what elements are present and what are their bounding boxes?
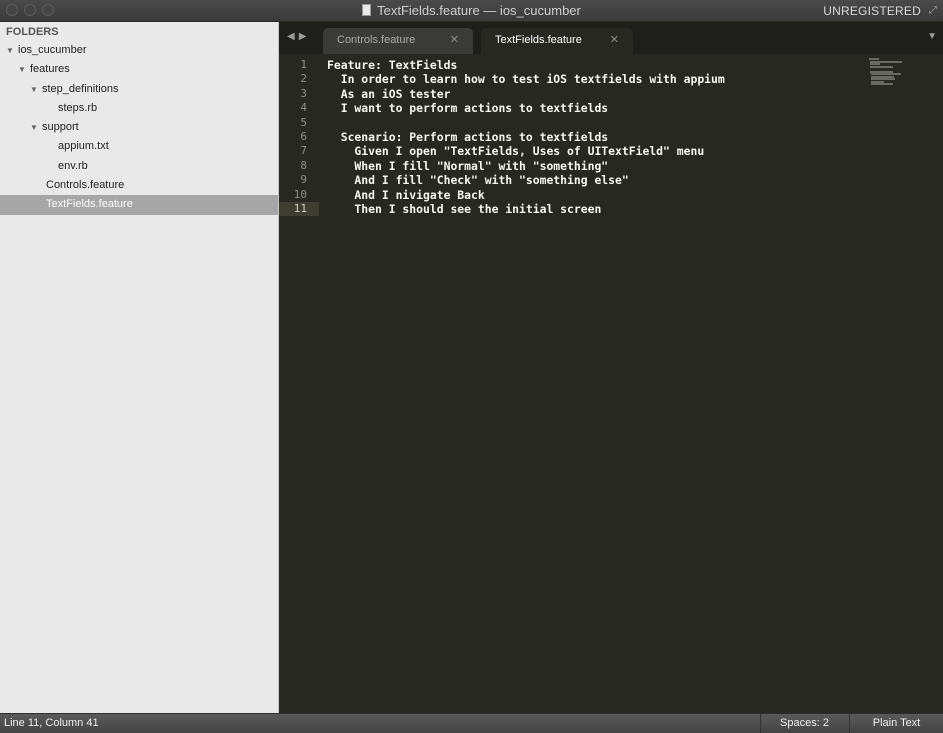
line-number: 9 <box>300 173 307 187</box>
tree-folder-support[interactable]: ▼ support <box>0 118 278 137</box>
line-number: 2 <box>300 72 307 86</box>
tree-folder-step-definitions[interactable]: ▼ step_definitions <box>0 80 278 99</box>
sidebar: FOLDERS ▼ ios_cucumber ▼ features ▼ step_de… <box>0 22 279 713</box>
tab-dropdown-icon[interactable]: ▼ <box>927 31 937 42</box>
line-number: 5 <box>300 115 307 129</box>
code-line[interactable]: Scenario: Perform actions to textfields <box>327 130 867 144</box>
code-line[interactable]: When I fill "Normal" with "something" <box>327 159 867 173</box>
document-icon <box>362 4 372 16</box>
code-line[interactable] <box>327 116 867 130</box>
tree-item-label: env.rb <box>58 159 88 172</box>
cursor-position: Line 11, Column 41 <box>4 717 99 729</box>
tab-nav-arrows[interactable]: ◀▶ <box>287 31 310 42</box>
line-number: 7 <box>300 144 307 158</box>
disclosure-triangle-icon[interactable]: ▼ <box>18 60 30 79</box>
tree-item-label: step_definitions <box>42 82 119 95</box>
tree-file-env-rb[interactable]: env.rb <box>0 157 278 176</box>
tree-file-textfields-feature[interactable]: TextFields.feature <box>0 195 278 215</box>
line-number: 11 <box>279 201 319 217</box>
tree-folder-ios-cucumber[interactable]: ▼ ios_cucumber <box>0 41 278 60</box>
tab-textfields-feature[interactable]: TextFields.feature ✕ <box>481 28 633 54</box>
tab-label: TextFields.feature <box>495 34 582 46</box>
tab-controls-feature[interactable]: Controls.feature ✕ <box>323 28 473 54</box>
tab-bar: ◀▶ Controls.feature ✕ TextFields.feature… <box>279 22 943 54</box>
tree-folder-features[interactable]: ▼ features <box>0 60 278 79</box>
window-title: TextFields.feature — ios_cucumber <box>0 3 943 18</box>
disclosure-triangle-icon[interactable]: ▼ <box>30 80 42 99</box>
indentation-selector[interactable]: Spaces: 2 <box>760 714 848 733</box>
disclosure-triangle-icon[interactable]: ▼ <box>30 118 42 137</box>
tree-item-label: features <box>30 63 70 76</box>
tree-item-label: TextFields.feature <box>46 198 133 211</box>
code-area[interactable]: Feature: TextFields In order to learn ho… <box>327 58 867 216</box>
tree-file-steps-rb[interactable]: steps.rb <box>0 99 278 118</box>
tab-next-icon[interactable]: ▶ <box>299 31 311 42</box>
fullscreen-icon[interactable]: ⤢ <box>929 5 937 16</box>
code-line[interactable]: And I nivigate Back <box>327 188 867 202</box>
tree-file-controls-feature[interactable]: Controls.feature <box>0 176 278 195</box>
line-number: 1 <box>300 58 307 71</box>
line-number-gutter: 1 2 3 4 5 6 7 8 9 10 11 <box>279 58 319 217</box>
line-number: 3 <box>300 86 307 100</box>
title-bar: TextFields.feature — ios_cucumber UNREGI… <box>0 0 943 22</box>
disclosure-triangle-icon[interactable]: ▼ <box>6 41 18 60</box>
unregistered-label: UNREGISTERED <box>823 4 921 18</box>
minimap[interactable] <box>869 58 903 85</box>
code-line[interactable]: As an iOS tester <box>327 87 867 101</box>
line-number: 10 <box>293 187 307 201</box>
tab-prev-icon[interactable]: ◀ <box>287 31 299 42</box>
line-number: 6 <box>300 129 307 143</box>
syntax-selector[interactable]: Plain Text <box>849 714 943 733</box>
tree-item-label: Controls.feature <box>46 179 125 192</box>
tree-item-label: support <box>42 121 79 134</box>
minimap-line <box>870 65 893 68</box>
code-line[interactable]: I want to perform actions to textfields <box>327 101 867 115</box>
close-tab-icon[interactable]: ✕ <box>610 28 619 52</box>
window-title-text: TextFields.feature — ios_cucumber <box>377 3 581 18</box>
folders-header: FOLDERS <box>6 26 59 38</box>
close-tab-icon[interactable]: ✕ <box>450 28 459 52</box>
line-number: 8 <box>300 158 307 172</box>
code-line[interactable]: In order to learn how to test iOS textfi… <box>327 72 867 86</box>
code-line[interactable]: Feature: TextFields <box>327 58 867 72</box>
tree-item-label: appium.txt <box>58 140 109 153</box>
tree-item-label: steps.rb <box>58 101 98 114</box>
tree-item-label: ios_cucumber <box>18 44 87 56</box>
status-bar: Line 11, Column 41 Spaces: 2 Plain Text <box>0 713 943 733</box>
minimap-line <box>871 83 894 85</box>
tab-label: Controls.feature <box>337 34 416 46</box>
code-line[interactable]: And I fill "Check" with "something else" <box>327 173 867 187</box>
code-editor[interactable]: 1 2 3 4 5 6 7 8 9 10 11 Feature: TextFields In ord… <box>279 54 943 713</box>
code-line[interactable]: Given I open "TextFields, Uses of UIText… <box>327 144 867 158</box>
tree-file-appium-txt[interactable]: appium.txt <box>0 137 278 156</box>
code-line[interactable]: Then I should see the initial screen <box>327 202 867 216</box>
line-number: 4 <box>300 101 307 115</box>
